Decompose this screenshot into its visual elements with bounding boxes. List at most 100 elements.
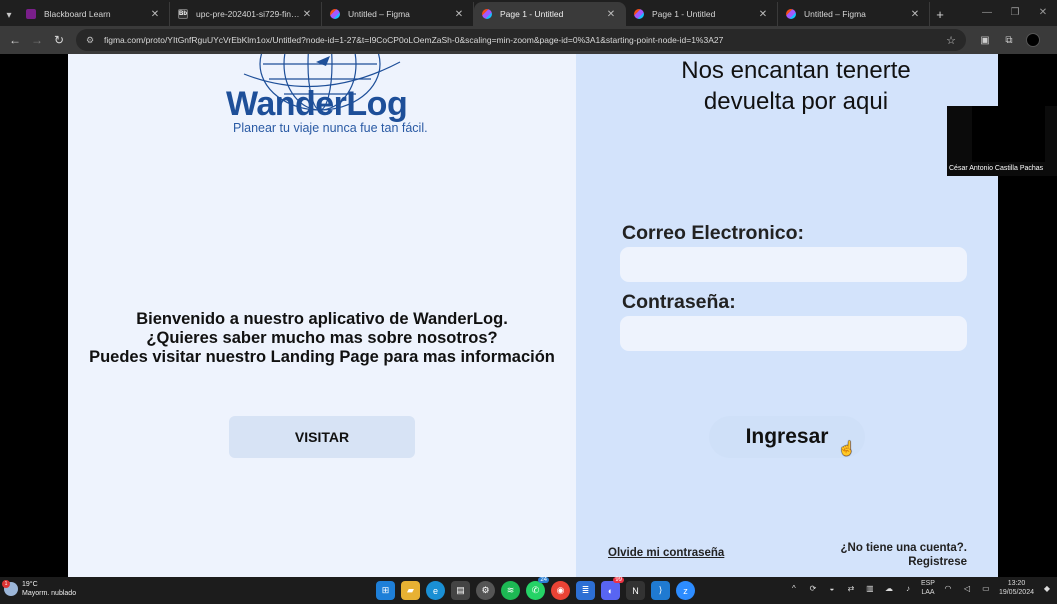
lang-top: ESP [920, 580, 935, 587]
system-tray: ^ ⟳ ◒ ⇄ ▥ ☁ ♪ ESP LAA ◠ ◁ ▭ 13:20 19/05/… [788, 579, 1053, 597]
login-panel: Nos encantan tenerte devuelta por aqui C… [576, 54, 998, 577]
settings-icon[interactable]: ⚙ [476, 581, 495, 600]
file-explorer-icon[interactable]: ▰ [401, 581, 420, 600]
close-tab-icon[interactable]: ✕ [757, 9, 769, 20]
close-tab-icon[interactable]: ✕ [453, 9, 465, 20]
language-indicator[interactable]: ESP LAA [921, 579, 935, 597]
register-link[interactable]: Registrese [840, 555, 967, 569]
tab-page1-active[interactable]: Page 1 - Untitled ✕ [474, 2, 626, 26]
media-icon[interactable]: ▥ [864, 582, 876, 594]
sync-icon[interactable]: ⟳ [807, 582, 819, 594]
discord-badge: 99 [613, 577, 624, 583]
maximize-icon[interactable]: ❐ [1001, 0, 1029, 24]
store-icon[interactable]: ▤ [451, 581, 470, 600]
lang-bottom: LAA [921, 589, 935, 596]
discord-icon[interactable]: ◐ 99 [601, 577, 624, 600]
heading-line: devuelta por aqui [703, 88, 889, 115]
browser-toolbar: ← → ↻ ⚙ figma.com/proto/YItGnfRguUYcVrEb… [0, 26, 1057, 54]
tab-page1[interactable]: Page 1 - Untitled ✕ [626, 2, 778, 26]
login-heading: Nos encantan tenerte devuelta por aqui [636, 55, 956, 117]
close-tab-icon[interactable]: ✕ [149, 9, 161, 20]
weather-widget[interactable]: 1 19°C Mayorm. nublado [2, 580, 77, 598]
weather-badge: 1 [2, 580, 10, 588]
address-bar[interactable]: ⚙ figma.com/proto/YItGnfRguUYcVrEbKlm1ox… [76, 29, 966, 51]
edge-icon[interactable]: e [426, 581, 445, 600]
bookmark-star-icon[interactable]: ☆ [946, 34, 956, 47]
participant-name: César Antonio Castilla Pachas [949, 165, 1044, 172]
weather-desc: Mayorm. nublado [22, 590, 77, 597]
browser-tab-strip: ▾ Blackboard Learn ✕ Bb upc-pre-202401-s… [0, 0, 1057, 26]
onedrive-icon[interactable]: ☁ [883, 582, 895, 594]
extension-icon[interactable]: ▣ [976, 31, 994, 49]
color-app-icon[interactable]: ◒ [826, 582, 838, 594]
windows-taskbar: 1 19°C Mayorm. nublado ⊞ ▰ e ▤ ⚙ ≋ ✆ 24 ◉… [0, 577, 1057, 604]
visit-button[interactable]: VISITAR [229, 416, 415, 458]
whatsapp-badge: 24 [538, 577, 549, 583]
forward-icon[interactable]: → [26, 29, 48, 51]
figma-icon [634, 9, 644, 19]
cloud-icon: 1 [2, 580, 18, 596]
back-icon[interactable]: ← [4, 29, 26, 51]
clock[interactable]: 13:20 19/05/2024 [999, 579, 1034, 597]
extensions-puzzle-icon[interactable]: ⧉ [1000, 31, 1018, 49]
email-label: Correo Electronico: [622, 222, 805, 244]
signup-prompt: ¿No tiene una cuenta?. Registrese [840, 541, 967, 569]
volume-icon[interactable]: ◁ [961, 582, 973, 594]
notion-icon[interactable]: N [626, 581, 645, 600]
tab-figma-untitled-2[interactable]: Untitled – Figma ✕ [778, 2, 930, 26]
network-app-icon[interactable]: ⇄ [845, 582, 857, 594]
close-tab-icon[interactable]: ✕ [909, 9, 921, 20]
tab-blackboard[interactable]: Blackboard Learn ✕ [18, 2, 170, 26]
new-tab-button[interactable]: + [930, 2, 950, 26]
figma-icon [786, 9, 796, 19]
vscode-icon[interactable]: ⟩ [651, 581, 670, 600]
minimize-icon[interactable]: — [973, 0, 1001, 24]
close-window-icon[interactable]: ✕ [1029, 0, 1057, 24]
email-field[interactable] [620, 247, 967, 282]
close-tab-icon[interactable]: ✕ [301, 9, 313, 20]
welcome-line: Puedes visitar nuestro Landing Page para… [89, 348, 555, 366]
tab-title: upc-pre-202401-si729-final_proj [196, 9, 301, 19]
video-call-tile[interactable]: César Antonio Castilla Pachas [947, 106, 1057, 176]
window-controls: — ❐ ✕ [973, 0, 1057, 24]
zoom-icon[interactable]: z [676, 581, 695, 600]
microphone-icon[interactable]: ♪ [902, 582, 914, 594]
tab-upc-project[interactable]: Bb upc-pre-202401-si729-final_proj ✕ [170, 2, 322, 26]
brand-wordmark: WanderLog [226, 85, 408, 123]
start-icon[interactable]: ⊞ [376, 581, 395, 600]
profile-avatar[interactable] [1024, 31, 1042, 49]
tab-search-icon[interactable]: ▾ [0, 4, 18, 26]
close-tab-icon[interactable]: ✕ [605, 9, 617, 20]
clock-time: 13:20 [1007, 580, 1026, 587]
tab-figma-untitled[interactable]: Untitled – Figma ✕ [322, 2, 474, 26]
weather-temp: 19°C [22, 581, 38, 588]
hand-cursor-icon: ☝ [838, 440, 856, 456]
forgot-password-link[interactable]: Olvide mi contraseña [608, 547, 724, 559]
blackboard-icon [26, 9, 36, 19]
tab-title: Untitled – Figma [804, 9, 866, 19]
whatsapp-icon[interactable]: ✆ 24 [526, 577, 549, 600]
tab-title: Blackboard Learn [44, 9, 111, 19]
chevron-up-icon[interactable]: ^ [788, 582, 800, 594]
welcome-message: Bienvenido a nuestro aplicativo de Wande… [68, 310, 576, 367]
site-info-icon[interactable]: ⚙ [86, 35, 98, 46]
chrome-icon[interactable]: ◉ [551, 581, 570, 600]
figma-icon [482, 9, 492, 19]
welcome-panel: WanderLog Planear tu viaje nunca fue tan… [68, 54, 576, 577]
tab-title: Untitled – Figma [348, 9, 410, 19]
battery-icon[interactable]: ▭ [980, 582, 992, 594]
password-field[interactable] [620, 316, 967, 351]
prototype-frame: WanderLog Planear tu viaje nunca fue tan… [68, 54, 998, 577]
url-text: figma.com/proto/YItGnfRguUYcVrEbKlm1ox/U… [104, 35, 724, 45]
camera-feed [972, 106, 1045, 162]
spotify-icon[interactable]: ≋ [501, 581, 520, 600]
reload-icon[interactable]: ↻ [48, 29, 70, 51]
notification-bell-icon[interactable]: ◆ [1041, 582, 1053, 594]
brand-tagline: Planear tu viaje nunca fue tan fácil. [233, 121, 428, 135]
wifi-icon[interactable]: ◠ [942, 582, 954, 594]
tab-title: Page 1 - Untitled [500, 9, 564, 19]
password-label: Contraseña: [622, 291, 736, 313]
bb-icon: Bb [178, 9, 188, 19]
clock-date: 19/05/2024 [998, 589, 1034, 596]
notepad-icon[interactable]: ≣ [576, 581, 595, 600]
